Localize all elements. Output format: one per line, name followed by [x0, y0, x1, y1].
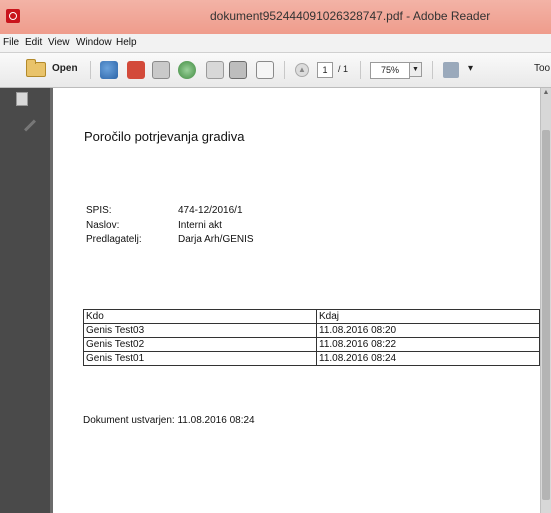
column-header-kdo: Kdo	[83, 309, 317, 324]
table-row: Genis Test01 11.08.2016 08:24	[83, 351, 540, 366]
table-cell-kdo: Genis Test03	[83, 323, 317, 338]
table-header-row: Kdo Kdaj	[83, 309, 540, 324]
table-cell-kdo: Genis Test01	[83, 351, 317, 366]
menu-bar: File Edit View Window Help	[0, 34, 551, 53]
fit-page-icon[interactable]	[443, 62, 459, 78]
open-button[interactable]: Open	[52, 63, 78, 74]
table-cell-kdaj: 11.08.2016 08:24	[316, 351, 540, 366]
adobe-reader-icon[interactable]	[6, 9, 20, 23]
print-icon[interactable]	[229, 61, 247, 79]
page-thumbnails-icon[interactable]	[16, 92, 28, 106]
scrollbar-thumb[interactable]	[542, 130, 550, 500]
menu-file[interactable]: File	[3, 37, 19, 48]
meta-label-spis: SPIS:	[86, 205, 112, 216]
create-pdf-icon[interactable]	[127, 61, 145, 79]
page-total: / 1	[338, 64, 349, 74]
previous-page-icon[interactable]: ▲	[295, 63, 309, 77]
navigation-pane	[0, 88, 50, 513]
approval-table: Kdo Kdaj Genis Test03 11.08.2016 08:20 G…	[83, 309, 540, 366]
toolbar-divider	[360, 61, 361, 79]
menu-edit[interactable]: Edit	[25, 37, 42, 48]
toolbar-divider	[284, 61, 285, 79]
meta-label-naslov: Naslov:	[86, 220, 120, 231]
title-bar: dokument952444091026328747.pdf - Adobe R…	[0, 0, 551, 34]
chevron-down-icon[interactable]: ▼	[409, 62, 422, 77]
cloud-icon[interactable]	[178, 61, 196, 79]
meta-label-predlagatelj: Predlagatelj:	[86, 234, 142, 245]
folder-icon[interactable]	[26, 59, 46, 77]
table-cell-kdo: Genis Test02	[83, 337, 317, 352]
scroll-up-icon[interactable]: ▲	[541, 88, 551, 98]
globe-icon[interactable]	[100, 61, 118, 79]
window-title: dokument952444091026328747.pdf - Adobe R…	[210, 9, 491, 23]
save-icon[interactable]	[206, 61, 224, 79]
meta-value-predlagatelj: Darja Arh/GENIS	[178, 234, 254, 245]
toolbar-divider	[432, 61, 433, 79]
document-created-text: Dokument ustvarjen: 11.08.2016 08:24	[83, 415, 255, 426]
more-tools-icon[interactable]: ▾	[468, 63, 473, 74]
menu-help[interactable]: Help	[116, 37, 137, 48]
email-icon[interactable]	[256, 61, 274, 79]
reader-window: dokument952444091026328747.pdf - Adobe R…	[0, 0, 551, 513]
table-cell-kdaj: 11.08.2016 08:22	[316, 337, 540, 352]
column-header-kdaj: Kdaj	[316, 309, 540, 324]
table-row: Genis Test02 11.08.2016 08:22	[83, 337, 540, 352]
table-row: Genis Test03 11.08.2016 08:20	[83, 323, 540, 338]
tools-tab[interactable]: Too	[534, 63, 550, 74]
zoom-select[interactable]: 75%	[370, 62, 410, 79]
toolbar: Open ▲ 1 / 1 75% ▼ ▾ Too	[0, 53, 551, 88]
edit-icon[interactable]	[152, 61, 170, 79]
pdf-page	[53, 88, 540, 513]
menu-view[interactable]: View	[48, 37, 70, 48]
meta-value-spis: 474-12/2016/1	[178, 205, 243, 216]
meta-value-naslov: Interni akt	[178, 220, 222, 231]
menu-window[interactable]: Window	[76, 37, 112, 48]
report-title: Poročilo potrjevanja gradiva	[84, 129, 245, 144]
table-cell-kdaj: 11.08.2016 08:20	[316, 323, 540, 338]
toolbar-divider	[90, 61, 91, 79]
page-number-input[interactable]: 1	[317, 62, 333, 78]
